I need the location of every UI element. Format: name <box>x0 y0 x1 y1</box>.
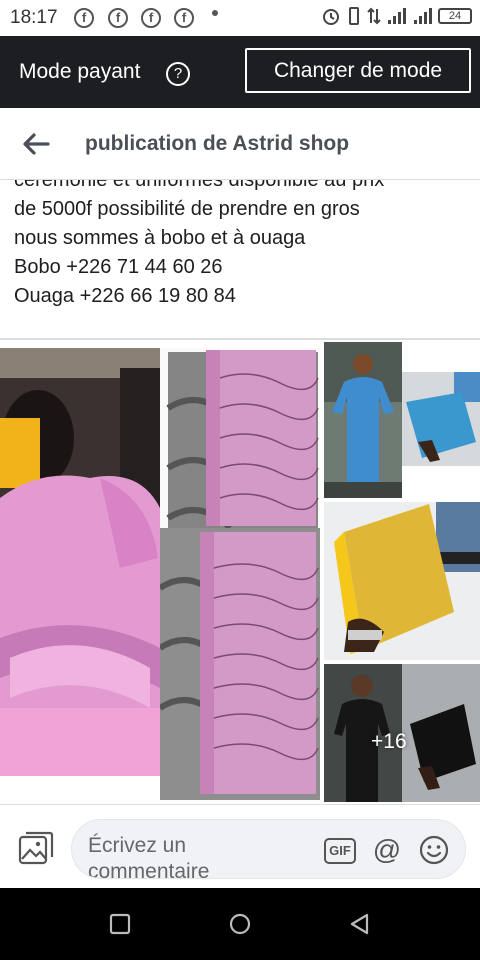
photo-pink-fabric[interactable] <box>160 348 320 800</box>
home-icon[interactable] <box>228 912 252 936</box>
facebook-icon: f <box>74 8 94 28</box>
signal-icon <box>414 8 432 24</box>
photo-blue-fabric[interactable] <box>402 372 480 466</box>
data-transfer-icon <box>367 7 381 25</box>
post-line: Bobo +226 71 44 60 26 <box>14 256 223 278</box>
page-title: publication de Astrid shop <box>85 132 350 155</box>
post-text: cérémonie et uniformes disponible au pri… <box>14 180 474 311</box>
signal-h-plus-icon <box>388 8 406 24</box>
photo-blue-gown[interactable] <box>324 342 402 498</box>
status-indicators: 24 <box>320 6 472 26</box>
vibrate-icon <box>349 7 359 25</box>
back-triangle-icon[interactable] <box>348 912 372 936</box>
post-line: de 5000f possibilité de prendre en gros <box>14 198 360 220</box>
post-line: nous sommes à bobo et à ouaga <box>14 227 306 249</box>
mode-label: Mode payant <box>19 60 141 83</box>
emoji-icon[interactable] <box>419 835 449 865</box>
photo-pink-dress[interactable] <box>0 348 160 776</box>
mode-bar: Mode payant ? Changer de mode <box>0 36 480 108</box>
facebook-icon: f <box>141 8 161 28</box>
photo-icon[interactable] <box>18 831 54 865</box>
question-circle-icon[interactable]: ? <box>166 62 190 86</box>
more-photos-count[interactable]: +16 <box>371 730 407 754</box>
system-nav-bar <box>0 888 480 960</box>
recent-apps-icon[interactable] <box>108 912 132 936</box>
change-mode-button[interactable]: Changer de mode <box>245 48 471 93</box>
comment-placeholder: Écrivez un commentaire <box>88 834 210 879</box>
post-line: cérémonie et uniformes disponible au pri… <box>14 180 385 191</box>
post-body: cérémonie et uniformes disponible au pri… <box>0 180 480 338</box>
post-line: Ouaga +226 66 19 80 84 <box>14 285 236 307</box>
gif-icon[interactable]: GIF <box>324 838 356 864</box>
arrow-left-icon[interactable] <box>22 130 50 158</box>
status-time: 18:17 <box>10 7 58 28</box>
comment-input[interactable]: Écrivez un commentaire GIF @ <box>71 819 466 879</box>
post-header: publication de Astrid shop <box>0 108 480 180</box>
facebook-icon: f <box>108 8 128 28</box>
facebook-icon: f <box>174 8 194 28</box>
more-notifications-dot-icon <box>212 10 218 16</box>
photo-gold-fabric[interactable] <box>324 502 480 660</box>
status-bar: 18:17 f f f f 24 <box>0 0 480 36</box>
alarm-icon <box>323 9 339 25</box>
comment-bar: Écrivez un commentaire GIF @ <box>0 804 480 888</box>
battery-icon: 24 <box>438 8 472 24</box>
mention-icon[interactable]: @ <box>371 834 403 866</box>
